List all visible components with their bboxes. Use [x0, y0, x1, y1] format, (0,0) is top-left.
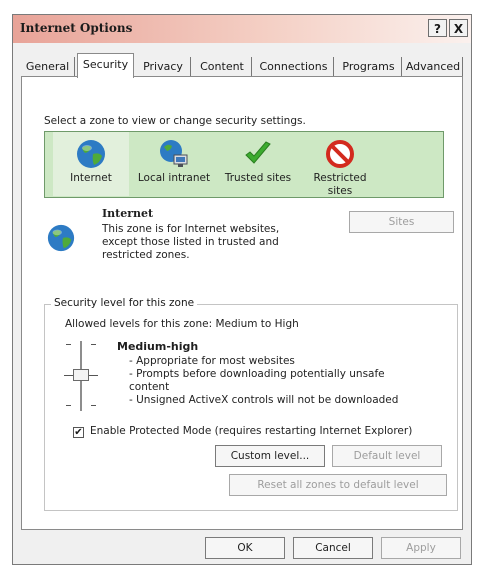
security-tab-panel: Select a zone to view or change security… — [21, 76, 463, 530]
select-zone-instruction: Select a zone to view or change security… — [44, 115, 306, 127]
tab-programs[interactable]: Programs — [336, 57, 402, 77]
sites-button[interactable]: Sites — [349, 211, 454, 233]
globe-icon — [77, 140, 105, 168]
reset-all-zones-button[interactable]: Reset all zones to default level — [229, 474, 447, 496]
tab-content[interactable]: Content — [193, 57, 252, 77]
network-globe-icon — [160, 140, 188, 167]
apply-button[interactable]: Apply — [381, 537, 461, 559]
prohibited-icon — [326, 140, 354, 168]
slider-tick — [66, 344, 71, 345]
internet-options-dialog: Internet Options ? X General Security Pr… — [12, 14, 472, 565]
tab-connections[interactable]: Connections — [254, 57, 334, 77]
security-level-slider[interactable] — [61, 341, 101, 413]
tab-advanced[interactable]: Advanced — [404, 57, 463, 77]
security-level-detail: content — [129, 381, 170, 393]
selected-zone-name: Internet — [102, 207, 154, 220]
allowed-levels-text: Allowed levels for this zone: Medium to … — [65, 318, 299, 330]
zone-local-intranet-label: Local intranet — [137, 172, 211, 184]
slider-tick — [66, 405, 71, 406]
slider-tick — [91, 405, 96, 406]
tab-privacy[interactable]: Privacy — [136, 57, 191, 77]
zone-description-line: except those listed in trusted and — [102, 236, 279, 248]
zone-local-intranet[interactable]: Local intranet — [133, 132, 215, 196]
tab-strip: General Security Privacy Content Connect… — [21, 53, 463, 78]
zone-description-line: This zone is for Internet websites, — [102, 223, 280, 235]
zone-trusted-sites-label: Trusted sites — [224, 172, 292, 184]
zone-restricted-sites-label: Restricted sites — [313, 172, 367, 197]
window-title: Internet Options — [20, 21, 133, 35]
zone-internet-label: Internet — [70, 172, 112, 184]
ok-button[interactable]: OK — [205, 537, 285, 559]
default-level-button[interactable]: Default level — [332, 445, 442, 467]
security-level-detail: - Unsigned ActiveX controls will not be … — [129, 394, 399, 406]
custom-level-button[interactable]: Custom level... — [215, 445, 325, 467]
security-level-name: Medium-high — [117, 340, 199, 353]
security-level-group-title: Security level for this zone — [51, 297, 198, 309]
slider-tick — [91, 344, 96, 345]
cancel-button[interactable]: Cancel — [293, 537, 373, 559]
tab-general[interactable]: General — [21, 57, 75, 77]
zone-restricted-sites[interactable]: Restricted sites — [303, 132, 377, 197]
zone-trusted-sites[interactable]: Trusted sites — [219, 132, 297, 196]
zone-description-line: restricted zones. — [102, 249, 190, 261]
tab-security[interactable]: Security — [77, 53, 134, 78]
close-button[interactable]: X — [449, 19, 468, 37]
protected-mode-label: Enable Protected Mode (requires restarti… — [90, 425, 413, 437]
globe-icon — [47, 224, 75, 252]
zone-selector: Internet Local intranet Trusted sites Re… — [44, 131, 444, 198]
title-bar[interactable]: Internet Options ? X — [13, 15, 471, 43]
security-level-detail: - Prompts before downloading potentially… — [129, 368, 385, 380]
help-button[interactable]: ? — [428, 19, 447, 37]
slider-thumb[interactable] — [73, 369, 89, 381]
checkmark-icon — [245, 141, 271, 164]
security-level-detail: - Appropriate for most websites — [129, 355, 295, 367]
zone-internet[interactable]: Internet — [53, 132, 129, 196]
protected-mode-checkbox[interactable]: ✔ — [73, 427, 84, 438]
